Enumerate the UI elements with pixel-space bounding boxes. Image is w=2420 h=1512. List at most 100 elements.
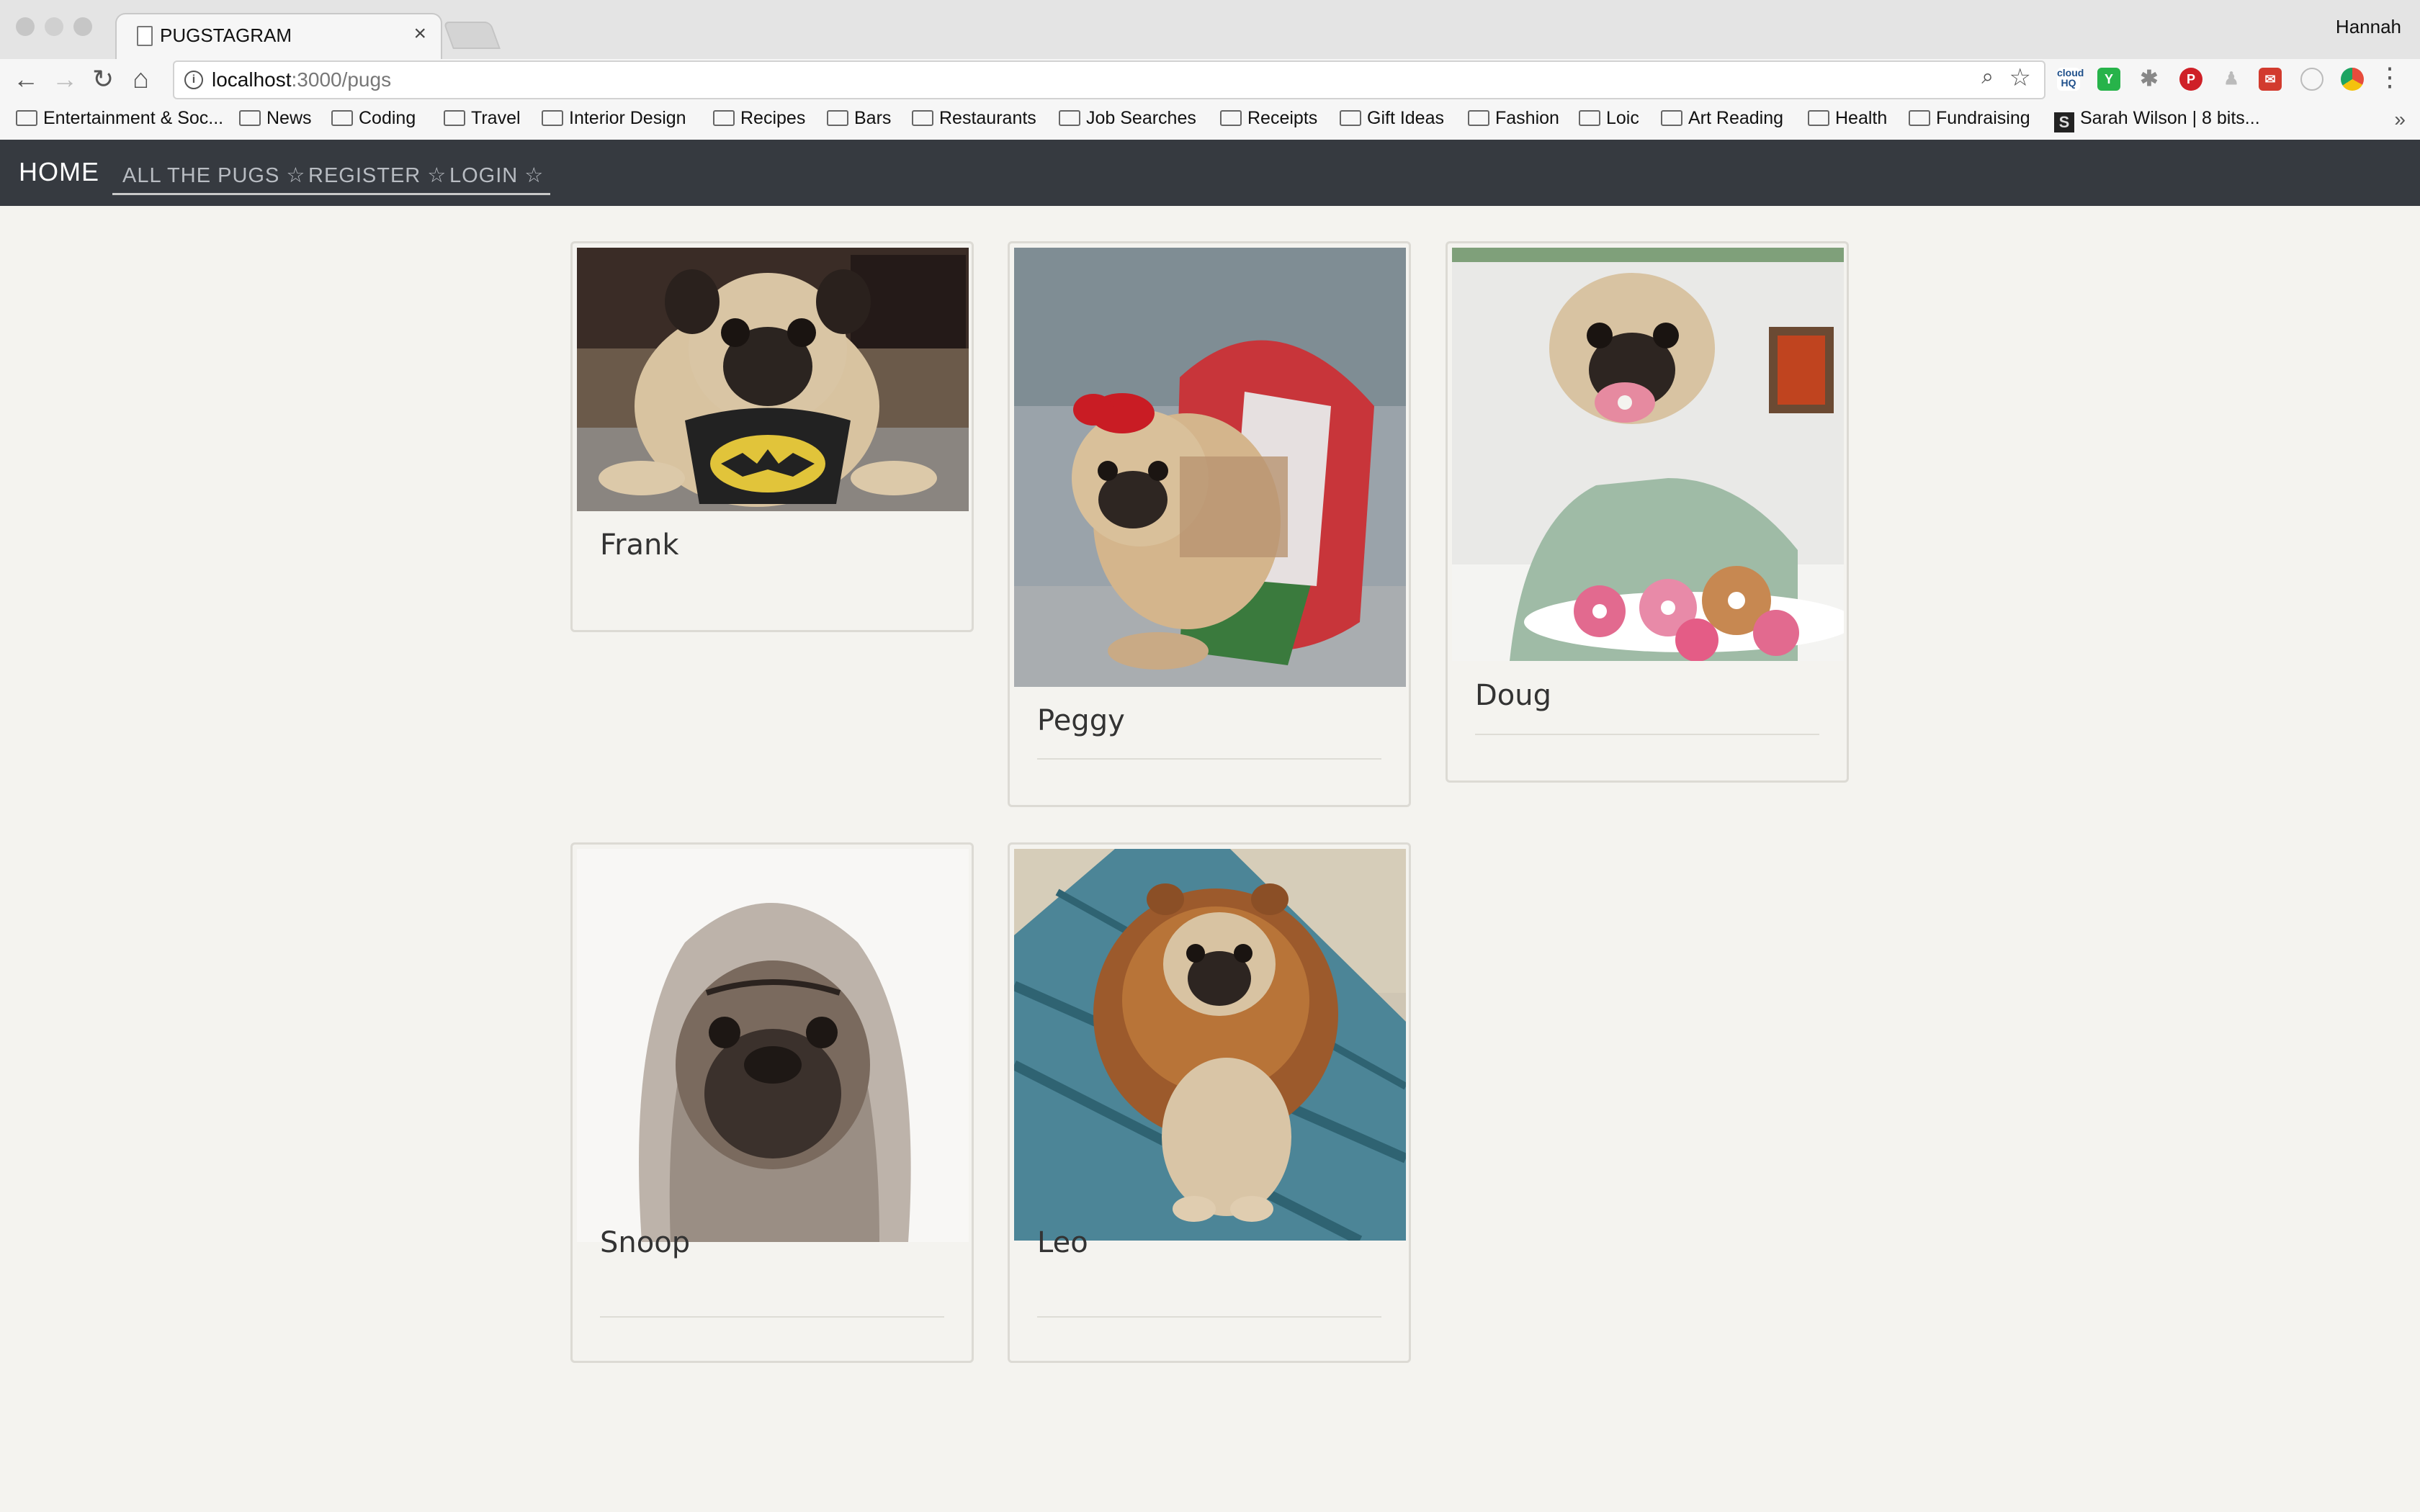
folder-icon [1340, 110, 1361, 126]
page-icon [137, 26, 153, 46]
mail-extension-icon[interactable]: ✉ [2259, 68, 2282, 91]
bookmark-item[interactable]: Fundraising [1909, 108, 2030, 129]
bookmark-item[interactable]: Bars [827, 108, 891, 129]
chrome-extension-icon[interactable] [2341, 68, 2364, 91]
bookmark-item[interactable]: Job Searches [1059, 108, 1196, 129]
bookmark-label: Interior Design [569, 108, 686, 128]
window-maximize-button[interactable] [73, 17, 92, 36]
bookmark-item[interactable]: Entertainment & Soc... [16, 108, 223, 129]
browser-tab[interactable]: PUGSTAGRAM × [115, 13, 442, 60]
forward-arrow-icon[interactable]: → [52, 63, 78, 95]
address-bar[interactable]: i localhost:3000/pugs ⌕ ☆ [173, 60, 2045, 99]
pug-tutu-photo[interactable] [1014, 248, 1406, 687]
bookmark-label: Travel [471, 108, 521, 128]
pug-card[interactable]: Doug [1446, 241, 1849, 783]
folder-icon [912, 110, 933, 126]
bookmark-item[interactable]: Gift Ideas [1340, 108, 1444, 129]
pug-card[interactable]: Peggy [1008, 241, 1411, 807]
bookmark-label: Receipts [1247, 108, 1318, 128]
bookmark-item[interactable]: Travel [444, 108, 521, 129]
pug-card[interactable]: Frank [570, 241, 974, 632]
bookmark-item[interactable]: Recipes [713, 108, 805, 129]
pug-card[interactable]: Snoop [570, 842, 974, 1363]
bookmark-label: Entertainment & Soc... [43, 108, 224, 128]
app-navbar: HOME ALL THE PUGS ☆ REGISTER ☆ LOGIN ☆ [0, 140, 2420, 206]
bookmark-label: Restaurants [939, 108, 1036, 128]
folder-icon [1468, 110, 1489, 126]
folder-icon [1579, 110, 1600, 126]
bookmark-label: Job Searches [1086, 108, 1196, 128]
bookmark-label: Gift Ideas [1367, 108, 1444, 128]
bookmark-label: Sarah Wilson | 8 bits... [2080, 108, 2260, 128]
nav-register[interactable]: REGISTER ☆ [308, 163, 447, 188]
pug-name: Doug [1475, 679, 1552, 712]
card-divider [600, 1316, 944, 1318]
window-close-button[interactable] [16, 17, 35, 36]
nav-login[interactable]: LOGIN ☆ [449, 163, 544, 188]
folder-icon [1661, 110, 1682, 126]
card-divider [1037, 1316, 1381, 1318]
folder-icon [827, 110, 848, 126]
bug-extension-icon[interactable]: ✱ [2138, 68, 2161, 91]
bookmark-item[interactable]: News [239, 108, 312, 129]
folder-icon [1220, 110, 1242, 126]
bookmark-item[interactable]: Art Reading [1661, 108, 1783, 129]
zoom-icon[interactable]: ⌕ [1981, 65, 1994, 89]
info-icon[interactable]: i [184, 71, 203, 89]
bookmark-label: News [266, 108, 312, 128]
bookmark-item[interactable]: Fashion [1468, 108, 1559, 129]
home-icon[interactable]: ⌂ [133, 63, 149, 95]
cloudhq-extension-icon[interactable]: cloud HQ [2057, 68, 2084, 91]
browser-toolbar: ← → ↻ ⌂ i localhost:3000/pugs ⌕ ☆ cloud H… [0, 59, 2420, 101]
bookmark-item[interactable]: Receipts [1220, 108, 1317, 129]
folder-icon [542, 110, 563, 126]
folder-icon [331, 110, 353, 126]
bookmark-label: Recipes [740, 108, 806, 128]
more-bookmarks-icon[interactable]: » [2394, 108, 2406, 131]
pinterest-icon[interactable]: P [2179, 68, 2202, 91]
pug-name: Leo [1037, 1226, 1088, 1259]
back-arrow-icon[interactable]: ← [13, 63, 39, 95]
folder-icon [444, 110, 465, 126]
folder-icon [713, 110, 735, 126]
url-text[interactable]: localhost:3000/pugs [212, 68, 391, 91]
window-minimize-button[interactable] [45, 17, 63, 36]
nav-all-the-pugs[interactable]: ALL THE PUGS ☆ [122, 163, 305, 188]
bookmark-item[interactable]: Loic [1579, 108, 1639, 129]
bookmarks-bar: Entertainment & Soc... News Coding Trave… [0, 101, 2420, 141]
bookmark-label: Loic [1606, 108, 1639, 128]
card-divider [1475, 734, 1819, 735]
browser-menu-icon[interactable]: ⋮ [2377, 62, 2403, 92]
folder-icon [1808, 110, 1829, 126]
nav-links: ALL THE PUGS ☆ REGISTER ☆ LOGIN ☆ [112, 150, 550, 195]
y-extension-icon[interactable]: Y [2097, 68, 2120, 91]
url-host: localhost [212, 68, 292, 91]
tab-title: PUGSTAGRAM [160, 24, 292, 46]
pug-batman-bib-photo[interactable] [577, 248, 969, 511]
pug-hoodie-photo[interactable] [577, 849, 969, 1242]
reload-icon[interactable]: ↻ [92, 63, 114, 95]
pug-donuts-photo[interactable] [1452, 248, 1844, 661]
folder-icon [16, 110, 37, 126]
circle-extension-icon[interactable] [2300, 68, 2323, 91]
tab-close-icon[interactable]: × [413, 22, 426, 46]
pug-name: Peggy [1037, 704, 1125, 737]
profile-name[interactable]: Hannah [2336, 16, 2401, 38]
site-favicon-icon: S [2054, 112, 2074, 132]
bookmark-item[interactable]: Restaurants [912, 108, 1036, 129]
bookmark-item[interactable]: Health [1808, 108, 1887, 129]
pug-lion-mane-photo[interactable] [1014, 849, 1406, 1241]
bookmark-star-icon[interactable]: ☆ [2009, 63, 2031, 92]
pug-card[interactable]: Leo [1008, 842, 1411, 1363]
bookmark-label: Coding [359, 108, 416, 128]
pug-name: Frank [600, 528, 679, 562]
card-divider [1037, 758, 1381, 760]
bookmark-item[interactable]: Coding [331, 108, 416, 129]
folder-icon [1059, 110, 1080, 126]
home-link[interactable]: HOME [19, 157, 99, 187]
folder-icon [1909, 110, 1930, 126]
new-tab-button[interactable] [443, 22, 501, 49]
bookmark-item[interactable]: Interior Design [542, 108, 686, 129]
bookmark-item[interactable]: S Sarah Wilson | 8 bits... [2054, 108, 2260, 132]
grey-extension-icon[interactable]: ♟ [2220, 68, 2243, 91]
